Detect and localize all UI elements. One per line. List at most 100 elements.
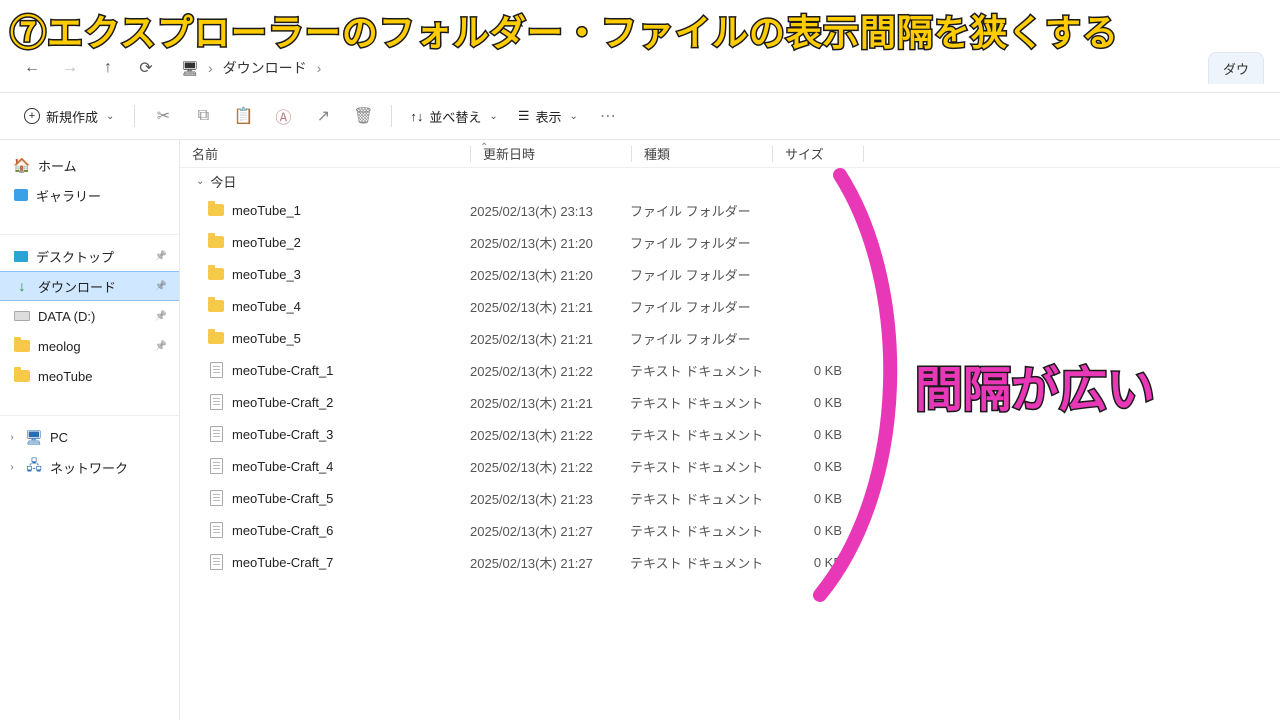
view-label: 表示 (535, 107, 561, 126)
sidebar-item-label: ギャラリー (36, 186, 101, 205)
file-date: 2025/02/13(木) 21:22 (470, 361, 630, 380)
network-icon: 🖧 (26, 459, 42, 475)
folder-icon (208, 204, 224, 216)
file-icon (210, 394, 223, 410)
file-date: 2025/02/13(木) 23:13 (470, 201, 630, 220)
file-name: meoTube_2 (232, 235, 301, 250)
new-button[interactable]: + 新規作成 ⌄ (14, 103, 124, 130)
sort-button[interactable]: ↑↓ 並べ替え ⌄ (402, 103, 505, 130)
view-icon: ☰ (518, 108, 530, 124)
sidebar-item-downloads[interactable]: ↓ ダウンロード (0, 271, 179, 301)
delete-icon[interactable]: 🗑 (345, 100, 381, 132)
column-header-size[interactable]: サイズ (773, 144, 863, 163)
file-type: ファイル フォルダー (630, 265, 770, 284)
list-item[interactable]: meoTube_42025/02/13(木) 21:21ファイル フォルダー (180, 290, 1280, 322)
breadcrumb[interactable]: 🖥 › ダウンロード › (182, 58, 321, 78)
file-size: 0 KB (770, 459, 860, 474)
sidebar-item-meotube[interactable]: meoTube (0, 361, 179, 391)
column-header-date[interactable]: 更新日時 (471, 144, 631, 163)
chevron-down-icon: ⌄ (106, 111, 114, 122)
more-button[interactable]: ⋯ (590, 100, 626, 132)
list-item[interactable]: meoTube-Craft_62025/02/13(木) 21:27テキスト ド… (180, 514, 1280, 546)
breadcrumb-downloads[interactable]: ダウンロード (223, 58, 307, 78)
file-name: meoTube_5 (232, 331, 301, 346)
sidebar-item-label: ホーム (38, 156, 77, 175)
file-size: 0 KB (770, 523, 860, 538)
group-header-today[interactable]: ⌄ 今日 (180, 168, 1280, 194)
file-size: 0 KB (770, 491, 860, 506)
file-date: 2025/02/13(木) 21:27 (470, 521, 630, 540)
file-date: 2025/02/13(木) 21:21 (470, 329, 630, 348)
copy-icon[interactable]: ⧉ (185, 100, 221, 132)
cut-icon[interactable]: ✂ (145, 100, 181, 132)
file-name: meoTube-Craft_2 (232, 395, 333, 410)
file-icon (210, 522, 223, 538)
folder-icon (208, 300, 224, 312)
annotation-side: 間隔が広い (915, 350, 1155, 420)
file-name: meoTube-Craft_6 (232, 523, 333, 538)
share-icon[interactable]: ↗ (305, 100, 341, 132)
new-button-label: 新規作成 (46, 107, 98, 126)
chevron-right-icon: › (6, 462, 18, 473)
file-name: meoTube-Craft_3 (232, 427, 333, 442)
list-item[interactable]: meoTube_3 2025/02/13(木) 21:20ファイル フォルダー (180, 258, 1280, 290)
folder-icon (208, 268, 224, 280)
group-label: 今日 (210, 172, 236, 191)
chevron-right-icon: › (317, 60, 322, 76)
home-icon: 🏠 (14, 157, 30, 173)
file-icon (210, 426, 223, 442)
file-date: 2025/02/13(木) 21:20 (470, 265, 630, 284)
file-type: テキスト ドキュメント (630, 425, 770, 444)
file-icon (210, 554, 223, 570)
file-type: ファイル フォルダー (630, 329, 770, 348)
separator (134, 105, 135, 127)
desktop-icon (14, 251, 28, 262)
list-item[interactable]: meoTube_12025/02/13(木) 23:13ファイル フォルダー (180, 194, 1280, 226)
file-name: meoTube_3 (232, 267, 301, 282)
sidebar-item-network[interactable]: › 🖧 ネットワーク (0, 452, 179, 482)
file-name: meoTube_4 (232, 299, 301, 314)
chevron-right-icon: › (208, 60, 213, 76)
sidebar-item-label: デスクトップ (36, 247, 114, 266)
sidebar: 🏠 ホーム ギャラリー デスクトップ ↓ ダウンロード DATA (D:) me… (0, 140, 180, 720)
sidebar-item-gallery[interactable]: ギャラリー (0, 180, 179, 210)
plus-circle-icon: + (24, 108, 40, 124)
pc-icon: 🖥 (26, 429, 42, 445)
list-item[interactable]: meoTube_22025/02/13(木) 21:20ファイル フォルダー (180, 226, 1280, 258)
list-item[interactable]: meoTube-Craft_52025/02/13(木) 21:23テキスト ド… (180, 482, 1280, 514)
file-date: 2025/02/13(木) 21:22 (470, 425, 630, 444)
file-size: 0 KB (770, 395, 860, 410)
sort-indicator-icon: ⌃ (480, 142, 488, 153)
disk-icon (14, 311, 30, 321)
sidebar-item-pc[interactable]: › 🖥 PC (0, 422, 179, 452)
column-header-row: 名前 ⌃ 更新日時 種類 サイズ (180, 140, 1280, 168)
tab-downloads-partial[interactable]: ダウ (1208, 52, 1264, 84)
sidebar-item-meolog[interactable]: meolog (0, 331, 179, 361)
list-item[interactable]: meoTube-Craft_72025/02/13(木) 21:27テキスト ド… (180, 546, 1280, 578)
refresh-button[interactable]: ⟳ (130, 52, 162, 84)
sidebar-item-home[interactable]: 🏠 ホーム (0, 150, 179, 180)
separator (391, 105, 392, 127)
view-button[interactable]: ☰ 表示 ⌄ (510, 103, 586, 130)
list-item[interactable]: meoTube-Craft_3 2025/02/13(木) 21:22テキスト ド… (180, 418, 1280, 450)
file-date: 2025/02/13(木) 21:27 (470, 553, 630, 572)
paste-icon[interactable]: 📋 (225, 100, 261, 132)
sort-icon: ↑↓ (410, 109, 423, 124)
download-icon: ↓ (14, 278, 30, 294)
annotation-title: ⑦エクスプローラーのフォルダー・ファイルの表示間隔を狭くする (10, 4, 1270, 56)
column-header-name[interactable]: 名前 (180, 144, 470, 163)
chevron-down-icon: ⌄ (489, 111, 497, 122)
list-item[interactable]: meoTube-Craft_42025/02/13(木) 21:22テキスト ド… (180, 450, 1280, 482)
file-icon (210, 362, 223, 378)
sidebar-item-label: meoTube (38, 369, 92, 384)
chevron-down-icon: ⌄ (196, 176, 204, 187)
file-date: 2025/02/13(木) 21:23 (470, 489, 630, 508)
sidebar-item-desktop[interactable]: デスクトップ (0, 241, 179, 271)
chevron-down-icon: ⌄ (569, 111, 577, 122)
rename-icon[interactable]: Ⓐ (265, 100, 301, 132)
sidebar-item-data-d[interactable]: DATA (D:) (0, 301, 179, 331)
column-header-type[interactable]: 種類 (632, 144, 772, 163)
forward-button[interactable]: → (54, 52, 86, 84)
back-button[interactable]: ← (16, 52, 48, 84)
up-button[interactable]: ↑ (92, 52, 124, 84)
